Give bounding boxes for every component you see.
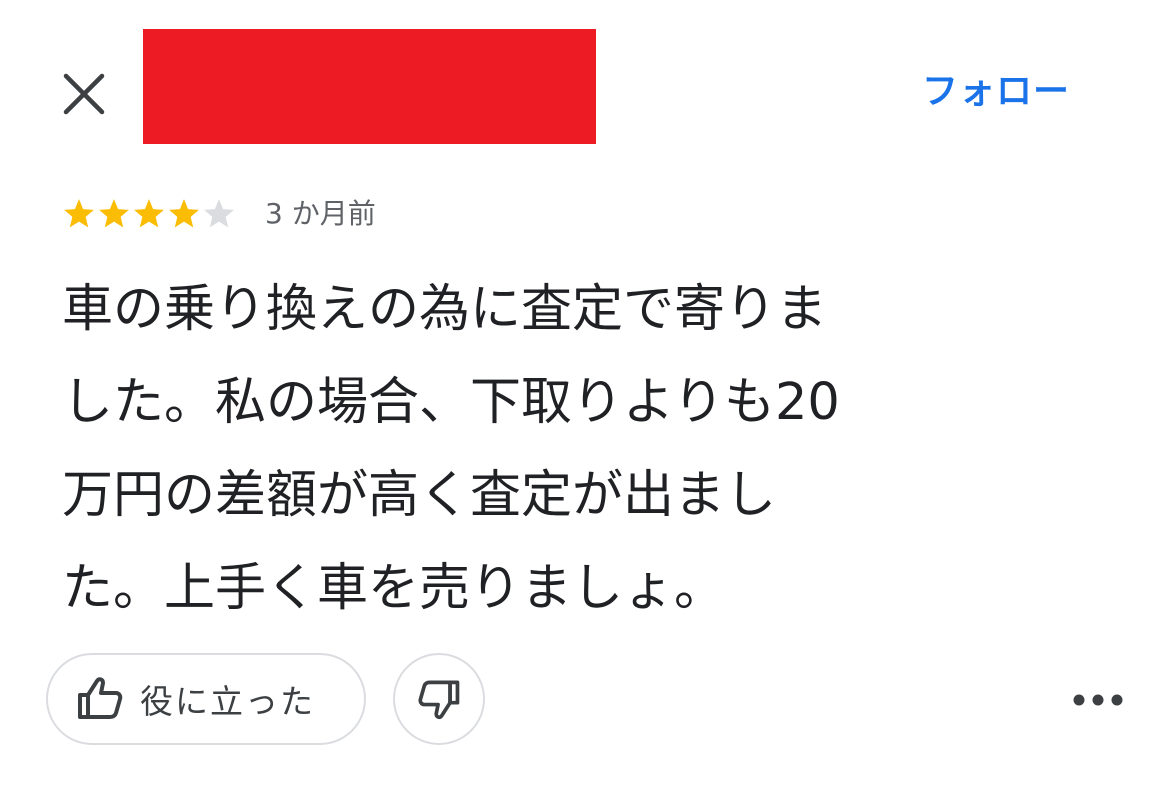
thumbs-up-icon <box>78 677 123 719</box>
star-filled-icon <box>99 199 129 228</box>
close-button[interactable] <box>58 68 110 120</box>
helpful-button[interactable]: 役に立った <box>46 653 366 745</box>
review-text: 車の乗り換えの為に査定で寄りま した。私の場合、下取りよりも20 万円の差額が高… <box>62 280 840 618</box>
star-filled-icon <box>64 199 94 228</box>
follow-button[interactable]: フォロー <box>922 68 1070 116</box>
star-filled-icon <box>169 199 199 228</box>
more-horiz-icon <box>1073 694 1123 706</box>
redacted-reviewer-name <box>143 29 596 144</box>
review-card: フォロー 3 か月前 車の乗り換えの為に査定で寄りま した。私の場合、下取りより… <box>0 0 1170 797</box>
more-options-button[interactable] <box>1068 678 1128 722</box>
helpful-label: 役に立った <box>140 682 315 721</box>
not-helpful-button[interactable] <box>393 653 485 745</box>
star-filled-icon <box>134 199 164 228</box>
star-empty-icon <box>204 199 234 228</box>
thumbs-down-icon <box>418 680 460 720</box>
rating-row: 3 か月前 <box>62 192 376 236</box>
close-icon <box>63 73 105 115</box>
review-time: 3 か月前 <box>265 197 376 230</box>
star-rating <box>62 197 237 231</box>
